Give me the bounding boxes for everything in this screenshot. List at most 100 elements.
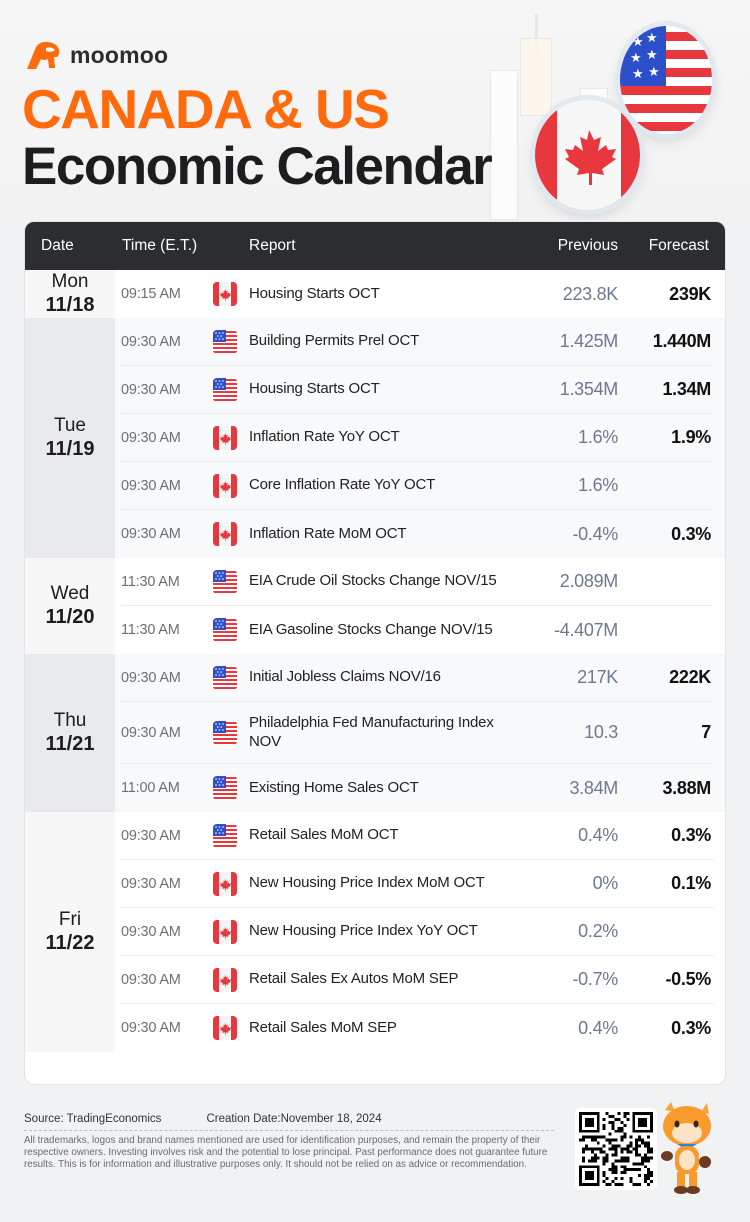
table-row: 09:30 AM Philadelphia Fed Manufacturing … [121,702,713,764]
forecast-value: 0.1% [671,873,711,893]
canada-flag-icon [213,473,237,498]
canada-flag-icon [213,967,237,992]
previous-value: 1.6% [578,475,618,495]
event-time: 09:30 AM [121,381,181,398]
svg-text:★: ★ [632,35,644,50]
event-time: 09:30 AM [121,724,181,741]
report-name: New Housing Price Index YoY OCT [249,922,478,940]
canada-flag-icon [213,1016,237,1040]
table-row: 09:30 AM Housing Starts OCT 1.354M 1.34M [121,366,713,414]
date-cell: Thu 11/21 [25,654,115,812]
canada-flag-coin [535,100,640,210]
weekday-label: Thu [53,709,87,731]
canada-flag-icon [213,919,237,944]
qr-code-icon [579,1112,653,1186]
event-time: 11:00 AM [121,780,180,796]
economic-calendar-table: Date Time (E.T.) Report Previous Forecas… [24,221,726,1085]
table-row: 09:30 AM Inflation Rate YoY OCT 1.6% 1.9… [121,414,713,462]
event-rows: 09:30 AM Building Permits Prel OCT 1.425… [115,318,725,558]
event-time: 09:30 AM [121,827,181,844]
day-group: Tue 11/19 09:30 AM Building Permits Prel… [25,318,725,558]
report-name: Housing Starts OCT [249,380,380,398]
table-row: 11:30 AM EIA Gasoline Stocks Change NOV/… [121,606,713,654]
footer: Source: TradingEconomics Creation Date:N… [24,1113,554,1170]
event-time: 09:30 AM [121,526,181,542]
forecast-value: -0.5% [665,969,711,989]
us-flag-icon [213,618,237,642]
event-time: 09:30 AM [121,875,181,892]
previous-value: -0.7% [572,969,618,989]
canada-flag-icon [213,522,237,546]
event-rows: 09:30 AM Retail Sales MoM OCT 0.4% 0.3% … [115,812,725,1052]
date-label: 11/20 [45,606,95,629]
previous-value: 0% [592,873,619,893]
weekday-label: Tue [53,414,87,436]
previous-value: 0.2% [578,921,618,941]
svg-text:★: ★ [630,51,642,66]
title-calendar: Economic Calendar [22,137,493,196]
column-header-time: Time (E.T.) [122,237,198,254]
report-name: EIA Crude Oil Stocks Change NOV/15 [249,572,497,590]
report-name: Retail Sales MoM OCT [249,826,399,844]
column-header-report: Report [249,237,296,254]
column-header-date: Date [41,237,74,254]
event-rows: 09:30 AM Initial Jobless Claims NOV/16 2… [115,654,725,812]
table-row: 09:30 AM New Housing Price Index MoM OCT… [121,860,713,908]
us-flag-icon [213,329,237,354]
candlestick-decoration [520,38,552,116]
previous-value: 0.4% [578,1017,618,1038]
previous-value: 3.84M [569,777,618,798]
forecast-value: 239K [669,283,711,304]
weekday-label: Fri [58,908,82,930]
date-cell: Wed 11/20 [25,558,115,654]
forecast-value: 1.34M [662,379,711,399]
previous-value: 1.354M [559,379,619,399]
report-name: Building Permits Prel OCT [249,332,420,350]
table-row: 09:30 AM Building Permits Prel OCT 1.425… [121,318,713,366]
report-name: Initial Jobless Claims NOV/16 [249,668,441,686]
previous-value: -0.4% [572,523,618,544]
forecast-value: 3.88M [662,777,711,798]
svg-text:★: ★ [632,67,644,82]
title-countries: CANADA & US [22,78,390,140]
previous-value: 1.425M [559,331,619,351]
date-label: 11/19 [45,438,95,461]
event-rows: 09:15 AM Housing Starts OCT 223.8K 239K [115,270,725,318]
report-name: Housing Starts OCT [249,284,380,302]
report-name: EIA Gasoline Stocks Change NOV/15 [249,620,493,638]
table-row: 09:30 AM Retail Sales Ex Autos MoM SEP -… [121,956,713,1004]
disclaimer-text: All trademarks, logos and brand names me… [24,1135,548,1170]
hero-banner: ★ ★ ★ ★ ★ ★ moomoo CANADA & US Economic Cal… [0,0,750,220]
us-flag-icon [213,720,237,745]
date-cell: Mon 11/18 [25,270,115,318]
us-flag-icon [213,823,237,848]
brand-name: moomoo [70,41,169,68]
date-label: 11/21 [45,733,95,756]
event-time: 11:30 AM [121,622,180,638]
us-flag-icon [213,377,237,402]
report-name: Existing Home Sales OCT [249,778,419,796]
column-header-previous: Previous [557,237,618,254]
previous-value: -4.407M [554,619,618,640]
event-time: 09:30 AM [121,333,181,350]
table-header: Date Time (E.T.) Report Previous Forecas… [25,222,725,270]
event-time: 09:30 AM [121,923,181,940]
event-time: 09:15 AM [121,286,181,302]
weekday-label: Mon [51,270,89,292]
previous-value: 217K [577,667,618,687]
forecast-value: 1.9% [671,427,711,447]
svg-text:★: ★ [648,65,660,80]
forecast-value: 0.3% [671,1017,711,1038]
forecast-value: 0.3% [671,825,711,845]
us-flag-icon [213,665,237,690]
canada-flag-icon [213,282,237,306]
weekday-label: Wed [50,582,90,604]
candlestick-decoration [490,70,518,220]
report-name: Retail Sales MoM SEP [249,1018,397,1036]
forecast-value: 222K [669,667,711,687]
moomoo-mascot [655,1100,717,1196]
report-name: Retail Sales Ex Autos MoM SEP [249,970,459,988]
previous-value: 10.3 [584,722,618,742]
us-flag-icon [213,776,237,800]
qr-code[interactable] [575,1108,657,1190]
